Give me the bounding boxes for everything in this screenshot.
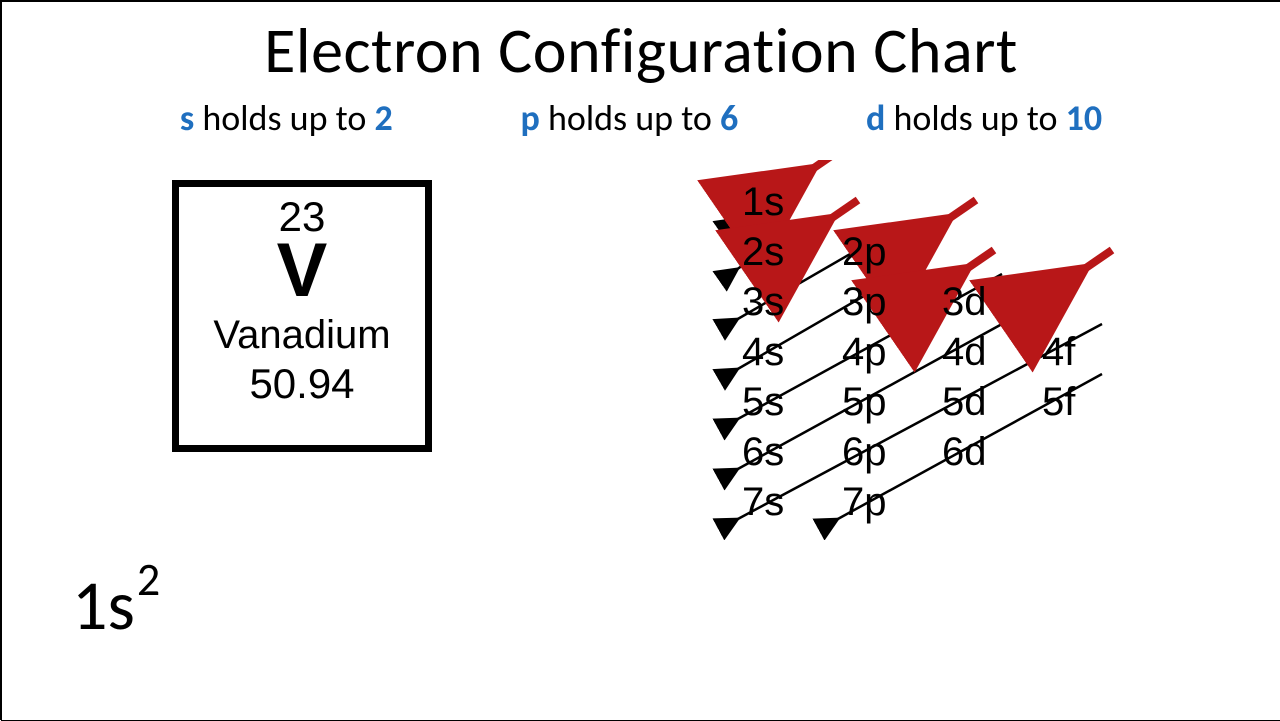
element-box: 23 V Vanadium 50.94	[172, 180, 432, 452]
page-title: Electron Configuration Chart	[2, 12, 1280, 90]
orbital-3d: 3d	[942, 280, 987, 325]
highlight-arrow-icon	[1080, 250, 1112, 272]
rule-d-sub: d	[866, 96, 885, 140]
rule-p: p holds up to 6	[520, 96, 738, 140]
orbital-5s: 5s	[742, 380, 784, 425]
orbital-6p: 6p	[842, 430, 887, 475]
orbital-4d: 4d	[942, 330, 987, 375]
orbital-3s: 3s	[742, 280, 784, 325]
orbital-1s: 1s	[742, 180, 784, 225]
rule-s: s holds up to 2	[180, 96, 393, 140]
orbital-7s: 7s	[742, 480, 784, 525]
orbital-5f: 5f	[1042, 380, 1075, 425]
subshell-rules: s holds up to 2 p holds up to 6 d holds …	[116, 96, 1166, 140]
orbital-7p: 7p	[842, 480, 887, 525]
orbital-4p: 4p	[842, 330, 887, 375]
electron-config: 1s2	[72, 562, 160, 648]
orbital-6d: 6d	[942, 430, 987, 475]
highlight-arrow-icon	[962, 250, 994, 272]
highlight-arrow-icon	[808, 160, 840, 172]
orbital-3p: 3p	[842, 280, 887, 325]
rule-d-max: 10	[1066, 96, 1103, 140]
rule-p-max: 6	[720, 96, 738, 140]
orbital-2p: 2p	[842, 230, 887, 275]
highlight-arrow-icon	[826, 200, 858, 222]
config-exp: 2	[137, 552, 160, 608]
aufbau-diagram: 1s 2s 2p 3s 3p 3d 4s 4p 4d 4f 5s 5p 5d 5f 6s 6p 6d 7s 7p	[682, 160, 1202, 540]
content-area: 23 V Vanadium 50.94 1s 2s 2p 3s 3p 3d 4s 4p 4d 4f…	[2, 140, 1280, 660]
rule-s-sub: s	[180, 96, 194, 140]
rule-d: d holds up to 10	[866, 96, 1102, 140]
highlight-arrow-icon	[944, 200, 976, 222]
orbital-6s: 6s	[742, 430, 784, 475]
element-name: Vanadium	[179, 313, 425, 358]
orbital-4f: 4f	[1042, 330, 1075, 375]
rule-s-max: 2	[374, 96, 392, 140]
orbital-5p: 5p	[842, 380, 887, 425]
config-base: 1s	[72, 562, 135, 648]
orbital-5d: 5d	[942, 380, 987, 425]
element-mass: 50.94	[179, 360, 425, 408]
element-symbol: V	[179, 233, 425, 309]
rule-p-sub: p	[520, 96, 539, 140]
orbital-2s: 2s	[742, 230, 784, 275]
orbital-4s: 4s	[742, 330, 784, 375]
